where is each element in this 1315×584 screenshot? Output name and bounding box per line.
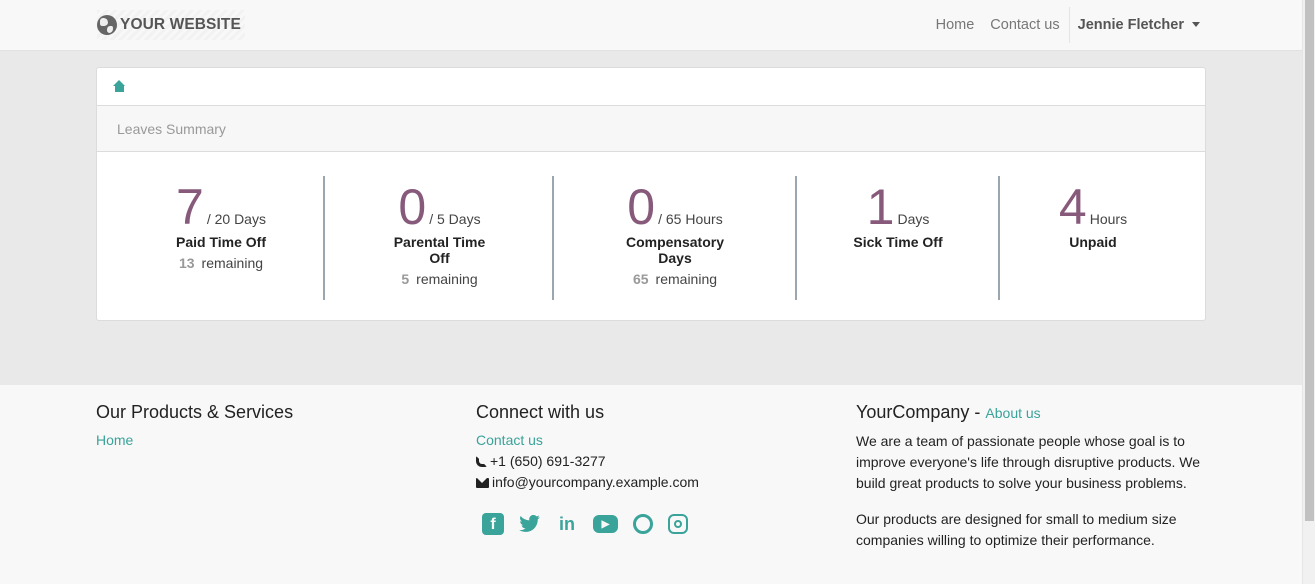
scrollbar-thumb[interactable] — [1305, 0, 1314, 521]
stat-sick-time-off: 1 Days Sick Time Off — [853, 182, 943, 250]
stat-name: Parental Time Off — [393, 234, 486, 266]
footer-link-home[interactable]: Home — [96, 430, 426, 451]
stat-value: 0 — [627, 179, 656, 235]
divider — [323, 176, 325, 300]
remaining-value: 65 — [632, 271, 649, 287]
stat-value: 4 — [1058, 179, 1087, 235]
stat-remaining: 13 remaining — [176, 255, 266, 271]
about-us-link[interactable]: About us — [985, 405, 1040, 421]
stat-name: Compensatory Days — [625, 234, 725, 266]
email-address[interactable]: info@yourcompany.example.com — [492, 474, 699, 490]
github-icon[interactable] — [633, 514, 653, 534]
stat-unit: Days — [897, 211, 930, 227]
title-separator: - — [969, 402, 986, 422]
footer-connect-title: Connect with us — [476, 402, 605, 422]
main-nav: Home Contact us Jennie Fletcher — [928, 0, 1200, 50]
stat-remaining: 65 remaining — [610, 271, 740, 287]
twitter-icon[interactable] — [519, 513, 541, 535]
stat-unit: / 5 Days — [429, 211, 481, 227]
footer-company-title: YourCompany - About us — [856, 402, 1206, 423]
stat-unpaid: 4 Hours Unpaid — [1057, 182, 1129, 250]
stat-name: Sick Time Off — [853, 234, 943, 250]
footer-products-title: Our Products & Services — [96, 402, 294, 422]
breadcrumb — [97, 68, 1205, 106]
remaining-value: 5 — [401, 271, 410, 287]
stat-value: 1 — [866, 179, 895, 235]
phone-number: +1 (650) 691-3277 — [490, 453, 606, 469]
footer-email: info@yourcompany.example.com — [476, 472, 806, 493]
card-title: Leaves Summary — [97, 106, 1205, 152]
stat-name: Unpaid — [1069, 234, 1117, 250]
leave-stats: 7/ 20 Days Paid Time Off 13 remaining 0/ … — [97, 152, 1205, 320]
stat-parental-time-off: 0/ 5 Days Parental Time Off 5 remaining — [382, 182, 497, 287]
leaves-card: Leaves Summary 7/ 20 Days Paid Time Off … — [96, 67, 1206, 321]
social-links: f in ▶ — [482, 513, 806, 535]
stat-name: Paid Time Off — [176, 234, 266, 250]
chevron-down-icon — [1192, 21, 1200, 27]
footer-company: YourCompany - About us We are a team of … — [856, 402, 1206, 566]
top-navbar: YOUR WEBSITE Home Contact us Jennie Flet… — [0, 0, 1302, 51]
footer-connect: Connect with us Contact us +1 (650) 691-… — [476, 402, 806, 535]
nav-home[interactable]: Home — [928, 17, 983, 33]
footer-link-contact[interactable]: Contact us — [476, 430, 806, 451]
globe-icon — [97, 15, 117, 35]
remaining-label: remaining — [655, 271, 718, 287]
footer: Our Products & Services Home Connect wit… — [0, 385, 1302, 584]
stat-value: 0 — [398, 179, 427, 235]
stat-unit: Hours — [1089, 211, 1128, 227]
footer-phone: +1 (650) 691-3277 — [476, 451, 806, 472]
divider — [552, 176, 554, 300]
user-menu[interactable]: Jennie Fletcher — [1068, 7, 1200, 43]
instagram-icon[interactable] — [668, 514, 688, 534]
stat-paid-time-off: 7/ 20 Days Paid Time Off 13 remaining — [176, 182, 266, 271]
brand-name: YOUR WEBSITE — [120, 16, 241, 33]
linkedin-icon[interactable]: in — [556, 513, 578, 535]
youtube-icon[interactable]: ▶ — [593, 515, 618, 533]
user-name: Jennie Fletcher — [1077, 17, 1184, 33]
divider — [795, 176, 797, 300]
company-products-text: Our products are designed for small to m… — [856, 511, 1177, 548]
nav-contact-us[interactable]: Contact us — [982, 17, 1068, 33]
remaining-value: 13 — [178, 255, 195, 271]
company-name: YourCompany — [856, 402, 970, 422]
envelope-icon — [476, 478, 489, 488]
divider — [998, 176, 1000, 300]
stat-compensatory-days: 0/ 65 Hours Compensatory Days 65 remainin… — [610, 182, 740, 287]
footer-products: Our Products & Services Home — [96, 402, 426, 451]
phone-icon — [476, 456, 487, 467]
stat-remaining: 5 remaining — [382, 271, 497, 287]
page-scrollbar[interactable] — [1302, 0, 1315, 584]
home-icon[interactable] — [113, 80, 126, 92]
remaining-label: remaining — [201, 255, 264, 271]
remaining-label: remaining — [416, 271, 478, 287]
stat-value: 7 — [176, 179, 204, 235]
brand-logo[interactable]: YOUR WEBSITE — [97, 10, 245, 40]
facebook-icon[interactable]: f — [482, 513, 504, 535]
company-description: We are a team of passionate people whose… — [856, 433, 1201, 491]
stat-unit: / 20 Days — [206, 211, 266, 227]
stat-unit: / 65 Hours — [658, 211, 723, 227]
